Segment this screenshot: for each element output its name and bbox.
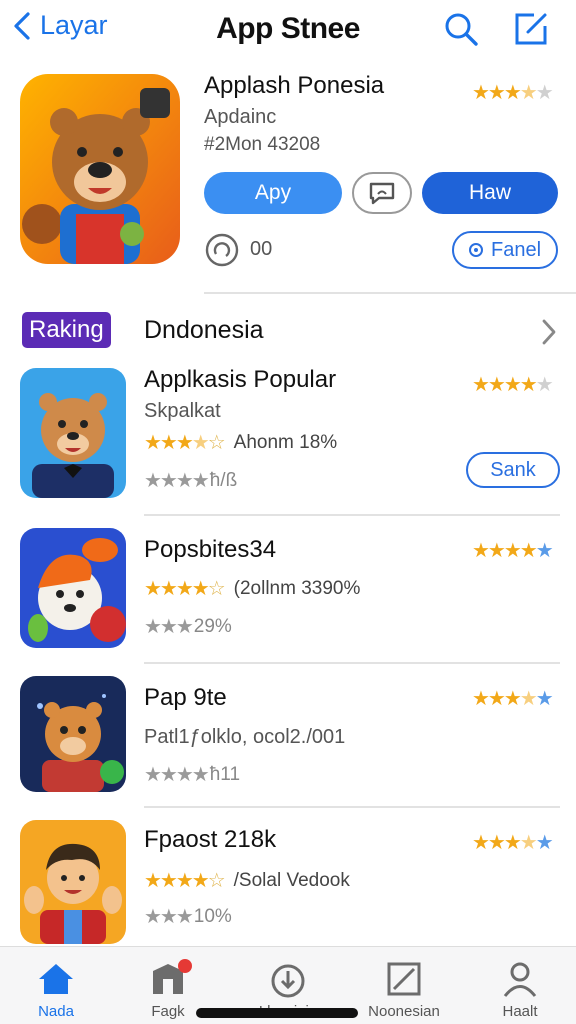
page-title: App Stnee	[216, 12, 360, 45]
app-rating-text-2: (2ollnm 3390%	[233, 577, 361, 599]
app-icon-1[interactable]	[20, 368, 126, 498]
app-stars-2: ★★★★★	[472, 540, 554, 562]
tab-nada[interactable]: Nada	[6, 959, 106, 1020]
app-icon-2[interactable]	[20, 528, 126, 648]
featured-rating-stars: ★★★★★	[472, 82, 554, 104]
get-app-button[interactable]: Apy	[204, 172, 342, 214]
featured-app-id: #2Mon 43208	[204, 134, 321, 155]
chevron-right-icon[interactable]	[540, 318, 558, 346]
sank-button[interactable]: Sank	[466, 452, 560, 488]
app-gray-text-3: ћ11	[209, 763, 241, 785]
tab-noonesian[interactable]: Noonesian	[354, 959, 454, 1020]
app-name-3[interactable]: Pap 9te	[144, 684, 227, 712]
chat-bubble-icon	[369, 182, 395, 205]
app-rating-text-1: Ahonm 18%	[233, 431, 338, 453]
fanel-label: Fanel	[490, 238, 542, 261]
app-stars-1: ★★★★★	[472, 374, 554, 396]
home-icon	[39, 964, 73, 994]
app-gray-rating-3: ★★★★ ћ11	[144, 762, 240, 787]
home-indicator	[196, 1008, 358, 1018]
featured-app-developer: Apdainc	[204, 106, 277, 128]
tab-label: Haalt	[502, 1003, 538, 1020]
bear-mascot-icon	[20, 74, 180, 264]
app-subtitle-3: Patl1ƒolklo, ocol2./001	[144, 726, 346, 748]
star-rating-icon: ★★★	[144, 616, 194, 638]
bear-avatar-icon	[20, 368, 126, 498]
divider	[144, 514, 560, 516]
app-stars-3: ★★★★★	[472, 688, 554, 710]
tab-label: Noonesian	[368, 1003, 440, 1020]
app-rating-2: ★★★★☆ (2ollnm 3390%	[144, 576, 360, 601]
secondary-action-button[interactable]: Haw	[422, 172, 558, 214]
featured-app-name[interactable]: Applash Ponesia	[204, 72, 384, 100]
app-icon-3[interactable]	[20, 676, 126, 792]
divider	[144, 806, 560, 808]
target-icon	[468, 243, 483, 257]
app-gray-text-2: 29%	[193, 615, 232, 637]
bear-game-icon	[20, 676, 126, 792]
star-rating-icon: ★★★★☆	[144, 432, 226, 454]
fox-mascot-icon	[20, 528, 126, 648]
app-gray-rating-1: ★★★★ ћ/ß	[144, 468, 237, 493]
app-name-4[interactable]: Fpaost 218k	[144, 826, 276, 854]
app-gray-text-1: ћ/ß	[209, 469, 238, 491]
refresh-icon[interactable]	[204, 232, 240, 268]
edit-icon	[387, 962, 421, 996]
app-gray-rating-4: ★★★ 10%	[144, 904, 232, 929]
app-subtitle-1: Skpalkat	[144, 400, 221, 422]
star-rating-icon: ★★★★	[144, 470, 210, 492]
ranking-badge: Raking	[22, 312, 111, 348]
person-icon	[503, 962, 537, 997]
chat-button[interactable]	[352, 172, 412, 214]
app-name-1[interactable]: Applkasis Popular	[144, 366, 336, 394]
divider	[144, 662, 560, 664]
app-name-2[interactable]: Popsbites34	[144, 536, 276, 564]
featured-count: 00	[250, 238, 273, 260]
app-rating-1: ★★★★☆ Ahonm 18%	[144, 430, 337, 455]
star-rating-icon: ★★★★	[144, 764, 210, 786]
app-icon-4[interactable]	[20, 820, 126, 944]
app-gray-text-4: 10%	[193, 905, 232, 927]
star-rating-icon: ★★★★☆	[144, 578, 226, 600]
divider	[204, 292, 576, 294]
app-stars-4: ★★★★★	[472, 832, 554, 854]
featured-app-icon[interactable]	[20, 74, 180, 264]
tab-haalt[interactable]: Haalt	[470, 959, 570, 1020]
search-icon[interactable]	[442, 10, 480, 48]
section-title[interactable]: Dndonesia	[144, 316, 264, 345]
app-rating-text-4: /Solal Vedook	[233, 869, 350, 891]
notification-badge	[178, 959, 192, 973]
top-nav-bar: Layar App Stnee	[0, 0, 576, 62]
tab-label: Nada	[38, 1003, 74, 1020]
app-rating-4: ★★★★☆ /Solal Vedook	[144, 868, 350, 893]
compose-icon[interactable]	[512, 10, 550, 48]
star-rating-icon: ★★★★☆	[144, 870, 226, 892]
cloud-download-icon	[271, 964, 305, 998]
character-avatar-icon	[20, 820, 126, 944]
fanel-button[interactable]: Fanel	[452, 231, 558, 269]
app-gray-rating-2: ★★★ 29%	[144, 614, 232, 639]
star-rating-icon: ★★★	[144, 906, 194, 928]
